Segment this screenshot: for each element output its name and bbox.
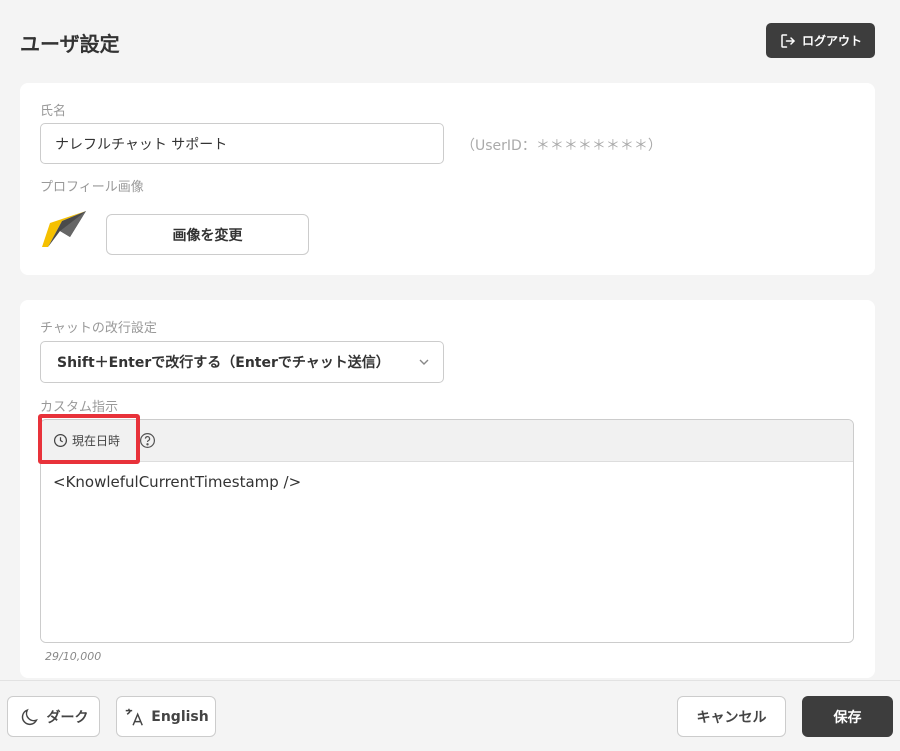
language-label: English — [151, 708, 209, 725]
name-value: ナレフルチャット サポート — [55, 136, 228, 153]
user-id-text: （UserID：＊＊＊＊＊＊＊＊） — [461, 138, 662, 154]
newline-selected-value: Shift＋Enterで改行する（Enterでチャット送信） — [57, 355, 390, 371]
translate-icon — [126, 708, 144, 726]
footer-divider — [0, 680, 900, 681]
newline-select[interactable]: Shift＋Enterで改行する（Enterでチャット送信） — [40, 341, 444, 383]
insert-timestamp-button[interactable]: 現在日時 — [53, 432, 120, 449]
cancel-button[interactable]: キャンセル — [677, 696, 786, 737]
moon-icon — [21, 708, 38, 725]
logout-button[interactable]: ログアウト — [766, 23, 875, 58]
name-input[interactable]: ナレフルチャット サポート — [40, 123, 444, 164]
save-label: 保存 — [833, 709, 862, 726]
dark-mode-label: ダーク — [46, 709, 89, 726]
page-title: ユーザ設定 — [20, 32, 120, 56]
profile-image-label: プロフィール画像 — [40, 180, 144, 195]
save-button[interactable]: 保存 — [802, 696, 893, 737]
cancel-label: キャンセル — [696, 709, 767, 726]
dark-mode-button[interactable]: ダーク — [7, 696, 100, 737]
name-label: 氏名 — [40, 104, 67, 119]
help-icon[interactable] — [139, 432, 156, 449]
char-counter: 29/10,000 — [45, 650, 102, 663]
chevron-down-icon — [419, 359, 429, 365]
profile-card: 氏名 ナレフルチャット サポート （UserID：＊＊＊＊＊＊＊＊） プロフィー… — [20, 83, 875, 275]
logout-label: ログアウト — [801, 34, 862, 48]
custom-instruction-label: カスタム指示 — [40, 400, 119, 415]
editor-content: <KnowlefulCurrentTimestamp /> — [53, 473, 302, 491]
custom-instruction-textarea[interactable]: <KnowlefulCurrentTimestamp /> — [41, 462, 853, 642]
profile-avatar — [42, 211, 86, 247]
editor-toolbar: 現在日時 — [41, 420, 853, 462]
chat-settings-card: チャットの改行設定 Shift＋Enterで改行する（Enterでチャット送信）… — [20, 300, 875, 678]
change-image-label: 画像を変更 — [172, 227, 243, 244]
logout-icon — [781, 33, 795, 48]
timestamp-label: 現在日時 — [72, 434, 121, 448]
clock-icon — [53, 433, 68, 448]
language-button[interactable]: English — [116, 696, 216, 737]
change-image-button[interactable]: 画像を変更 — [106, 214, 309, 255]
newline-setting-label: チャットの改行設定 — [40, 321, 157, 336]
custom-instruction-editor: 現在日時 <KnowlefulCurrentTimestamp /> — [40, 419, 854, 643]
